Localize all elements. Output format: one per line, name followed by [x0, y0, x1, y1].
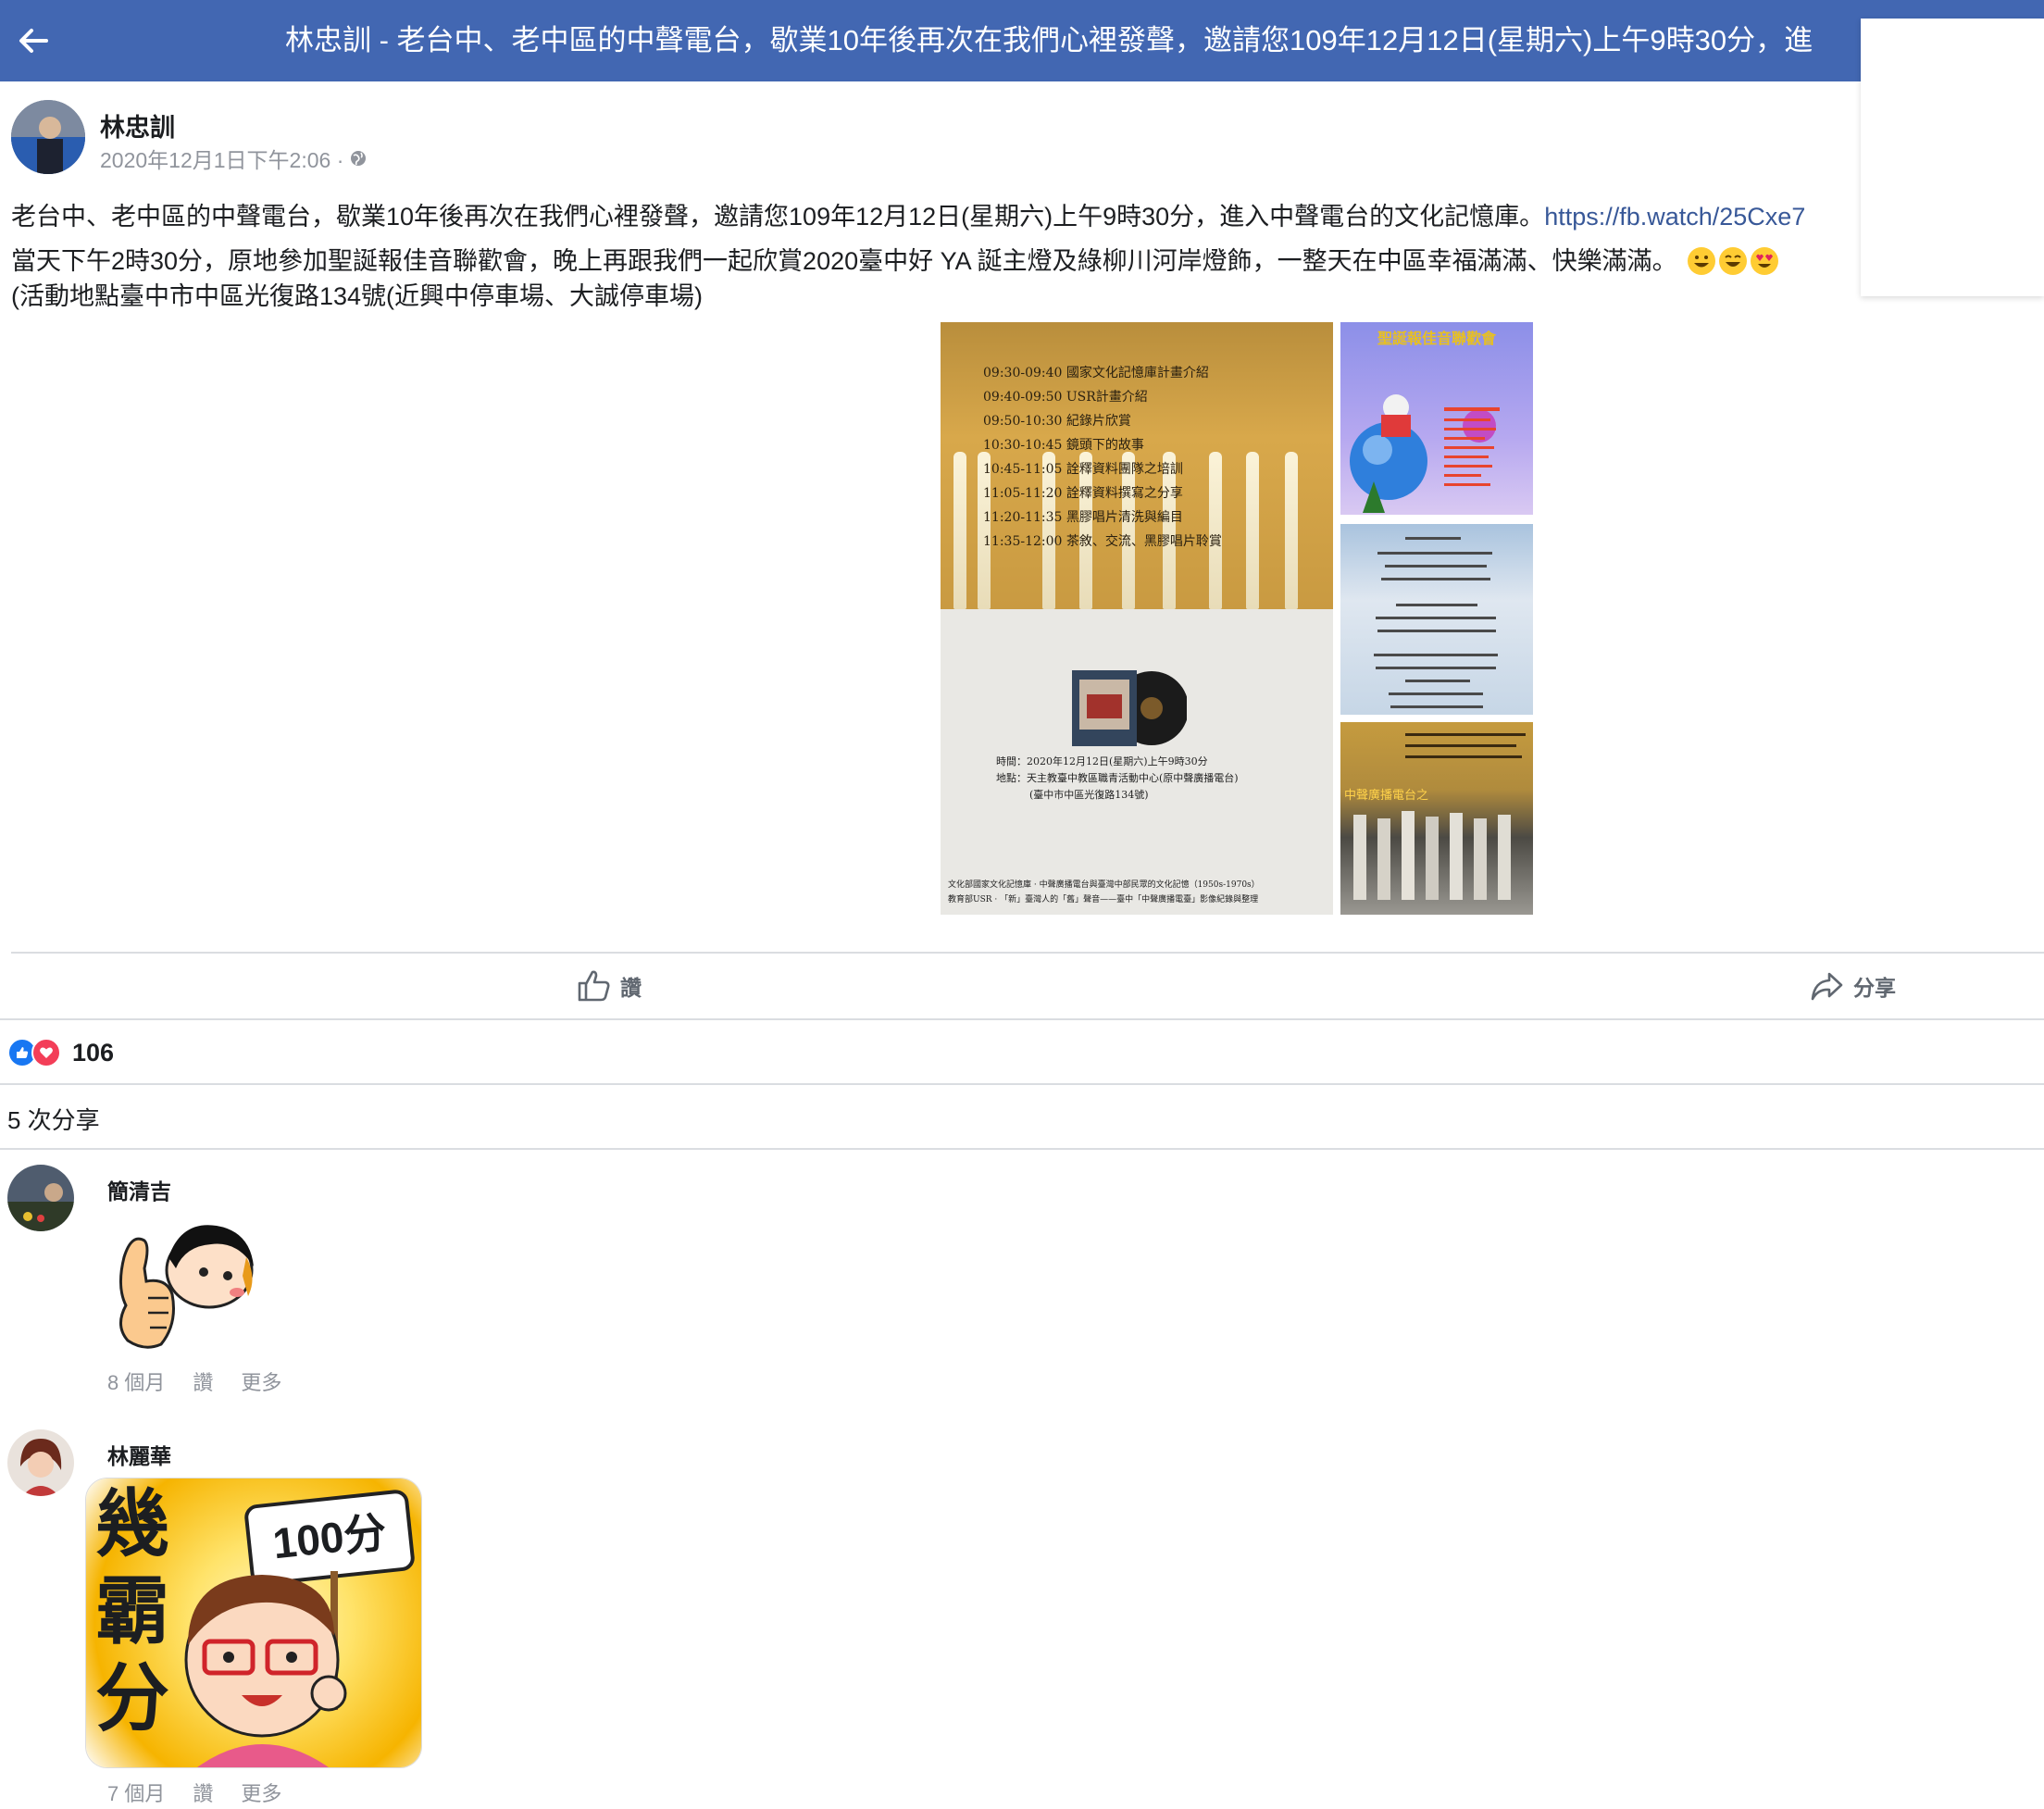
poster-footer-2: 教育部USR · 「新」臺灣人的「舊」聲音——臺中「中聲廣播電臺」影像紀錄與整理	[948, 895, 1259, 904]
invitation-text-image	[1374, 537, 1498, 708]
overlay-panel	[1861, 19, 2044, 296]
grinning-emoji-icon	[1688, 247, 1716, 275]
back-button[interactable]	[9, 17, 57, 65]
comment-age[interactable]: 8 個月	[107, 1366, 165, 1396]
post-text-line-1: 老台中、老中區的中聲電台，歇業10年後再次在我們心裡發聲，邀請您109年12月1…	[11, 196, 1863, 232]
thumbs-up-icon	[578, 970, 610, 1002]
vinyl-record-image	[1070, 667, 1189, 750]
schedule-line: 10:30-10:45 鏡頭下的故事	[983, 438, 1144, 453]
top-bar: 林忠訓 - 老台中、老中區的中聲電台，歇業10年後再次在我們心裡發聲，邀請您10…	[0, 0, 2044, 81]
comment-like-link[interactable]: 讚	[193, 1366, 213, 1396]
author-avatar[interactable]	[11, 100, 85, 174]
page-title: 林忠訓 - 老台中、老中區的中聲電台，歇業10年後再次在我們心裡發聲，邀請您10…	[285, 24, 1813, 56]
poster-place: 地點：天主教臺中教區職青活動中心(原中聲廣播電台)	[996, 772, 1239, 784]
schedule-line: 09:50-10:30 紀錄片欣賞	[983, 414, 1131, 429]
author-name[interactable]: 林忠訓	[100, 107, 175, 143]
comment-meta: 8 個月 讚 更多	[107, 1366, 281, 1396]
timestamp-text: 2020年12月1日下午2:06 ·	[100, 148, 344, 172]
poster-sepia-photo: 09:30-09:40 國家文化記憶庫計畫介紹 09:40-09:50 USR計…	[941, 322, 1333, 609]
post-photo-main[interactable]: 09:30-09:40 國家文化記憶庫計畫介紹 09:40-09:50 USR計…	[941, 322, 1333, 915]
back-arrow-icon	[19, 29, 48, 53]
post-photo-4[interactable]: 中聲廣播電台之	[1340, 722, 1533, 915]
schedule-line: 09:30-09:40 國家文化記憶庫計畫介紹	[983, 366, 1209, 381]
post-photo-3[interactable]	[1340, 524, 1533, 715]
post-photo-2[interactable]: 聖誕報佳音聯歡會	[1340, 322, 1533, 515]
poster-address: (臺中市中區光復路134號)	[1029, 789, 1149, 801]
share-arrow-icon	[1811, 972, 1843, 1001]
post-timestamp[interactable]: 2020年12月1日下午2:06 ·	[100, 143, 368, 174]
post-text: 老台中、老中區的中聲電台，歇業10年後再次在我們心裡發聲，邀請您109年12月1…	[11, 203, 1545, 231]
share-count[interactable]: 5 次分享	[7, 1102, 100, 1136]
schedule-line: 11:20-11:35 黑膠唱片清洗與編目	[983, 510, 1183, 525]
comment-like-link[interactable]: 讚	[193, 1778, 213, 1807]
post-text-line-2: 當天下午2時30分，原地參加聖誕報佳音聯歡會，晚上再跟我們一起欣賞2020臺中好…	[11, 241, 1863, 277]
comment-age[interactable]: 7 個月	[107, 1778, 165, 1807]
commenter-name[interactable]: 林麗華	[107, 1439, 171, 1470]
like-button[interactable]: 讚	[576, 963, 642, 1009]
schedule-line: 09:40-09:50 USR計畫介紹	[983, 390, 1148, 405]
video-link[interactable]: https://fb.watch/25Cxe7	[1544, 203, 1805, 231]
schedule-line: 10:45-11:05 詮釋資料團隊之培訓	[983, 462, 1183, 477]
divider	[0, 1083, 2044, 1085]
historic-group-photo	[1353, 733, 1526, 900]
schedule-line: 11:05-11:20 詮釋資料撰寫之分享	[983, 486, 1183, 501]
divider	[0, 1018, 2044, 1020]
post-text-line-3: (活動地點臺中市中區光復路134號(近興中停車場、大誠停車場)	[11, 282, 704, 310]
commenter-avatar[interactable]	[7, 1165, 74, 1231]
post-text: 當天下午2時30分，原地參加聖誕報佳音聯歡會，晚上再跟我們一起欣賞2020臺中好…	[11, 247, 1677, 275]
share-label: 分享	[1853, 976, 1896, 1000]
comment-more-link[interactable]: 更多	[241, 1778, 281, 1807]
commenter-name[interactable]: 簡清吉	[107, 1174, 171, 1205]
divider	[0, 1148, 2044, 1150]
globe-icon	[351, 151, 367, 166]
poster-time: 時間：2020年12月12日(星期六)上午9時30分	[996, 755, 1208, 767]
divider	[11, 952, 2044, 954]
christmas-globe-illustration	[1350, 394, 1500, 513]
smiling-emoji-icon	[1719, 247, 1748, 275]
like-label: 讚	[620, 976, 642, 1000]
thumbs-up-sticker	[107, 1213, 256, 1361]
poster-footer-1: 文化部國家文化記憶庫 · 中聲廣播電台與臺灣中部民眾的文化記憶（1950s-19…	[948, 880, 1260, 890]
comment-meta: 7 個月 讚 更多	[107, 1778, 281, 1807]
reaction-count: 106	[72, 1038, 115, 1067]
heart-eyes-emoji-icon	[1751, 247, 1779, 275]
schedule-line: 11:35-12:00 茶敘、交流、黑膠唱片聆賞	[983, 534, 1222, 549]
love-reaction-icon	[31, 1038, 61, 1067]
share-button[interactable]: 分享	[1809, 963, 1896, 1009]
score-sticker: 幾霸分 100分	[85, 1478, 422, 1768]
commenter-avatar[interactable]	[7, 1429, 74, 1496]
reactions-summary[interactable]: 106	[7, 1037, 114, 1068]
comment-more-link[interactable]: 更多	[241, 1366, 281, 1396]
